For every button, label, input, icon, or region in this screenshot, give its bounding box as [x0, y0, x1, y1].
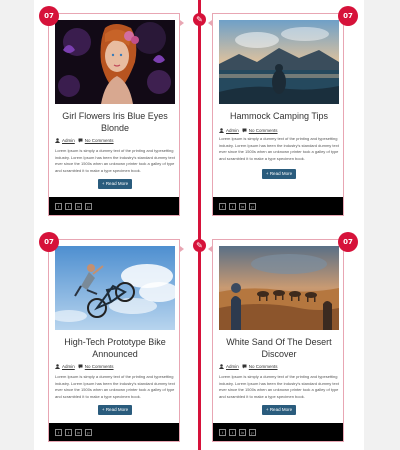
- read-more-button[interactable]: + Read More: [262, 169, 296, 179]
- post-comments[interactable]: No Comments: [85, 138, 114, 143]
- linkedin-icon[interactable]: in: [75, 428, 82, 436]
- post-card: High-Tech Prototype Bike Announced Admin…: [48, 239, 180, 442]
- linkedin-icon[interactable]: in: [239, 202, 246, 210]
- facebook-icon[interactable]: f: [55, 202, 62, 210]
- timeline-pencil-icon: ✎: [193, 239, 206, 252]
- card-pointer: [208, 246, 212, 252]
- post-excerpt: Lorem Ipsum is simply a dummy text of th…: [55, 148, 175, 173]
- pinterest-icon[interactable]: p: [85, 428, 92, 436]
- post-author[interactable]: Admin: [62, 364, 75, 369]
- facebook-icon[interactable]: f: [219, 428, 226, 436]
- post-image-bike-jump[interactable]: [55, 246, 175, 330]
- comment-icon: [78, 138, 83, 143]
- read-more-button[interactable]: + Read More: [98, 405, 132, 415]
- post-image-desert-caravan[interactable]: [219, 246, 339, 330]
- user-icon: [219, 128, 224, 133]
- facebook-icon[interactable]: f: [219, 202, 226, 210]
- user-icon: [55, 364, 60, 369]
- read-more-button[interactable]: + Read More: [98, 179, 132, 189]
- twitter-icon[interactable]: t: [229, 202, 236, 210]
- post-title[interactable]: Girl Flowers Iris Blue Eyes Blonde: [53, 110, 177, 134]
- post-share-bar: f t in p: [213, 197, 343, 215]
- date-day: 07: [343, 238, 353, 246]
- timeline-line: [198, 0, 201, 450]
- post-card: Girl Flowers Iris Blue Eyes Blonde Admin…: [48, 13, 180, 216]
- date-day: 07: [44, 238, 54, 246]
- card-pointer: [208, 20, 212, 26]
- user-icon: [55, 138, 60, 143]
- post-excerpt: Lorem Ipsum is simply a dummy text of th…: [219, 374, 339, 399]
- pinterest-icon[interactable]: p: [249, 202, 256, 210]
- twitter-icon[interactable]: t: [65, 202, 72, 210]
- linkedin-icon[interactable]: in: [239, 428, 246, 436]
- twitter-icon[interactable]: t: [229, 428, 236, 436]
- card-pointer: [180, 20, 184, 26]
- post-meta: Admin No Comments: [219, 128, 341, 133]
- pinterest-icon[interactable]: p: [249, 428, 256, 436]
- date-badge: 07: [338, 6, 358, 26]
- read-more-button[interactable]: + Read More: [262, 405, 296, 415]
- post-title[interactable]: High-Tech Prototype Bike Announced: [53, 336, 177, 360]
- post-card: Hammock Camping Tips Admin No Comments L…: [212, 13, 344, 216]
- pinterest-icon[interactable]: p: [85, 202, 92, 210]
- facebook-icon[interactable]: f: [55, 428, 62, 436]
- post-comments[interactable]: No Comments: [85, 364, 114, 369]
- twitter-icon[interactable]: t: [65, 428, 72, 436]
- post-card: White Sand Of The Desert Discover Admin …: [212, 239, 344, 442]
- post-author[interactable]: Admin: [62, 138, 75, 143]
- date-badge: 07: [338, 232, 358, 252]
- post-meta: Admin No Comments: [55, 138, 177, 143]
- post-image-girl-flowers[interactable]: [55, 20, 175, 104]
- post-author[interactable]: Admin: [226, 364, 239, 369]
- post-excerpt: Lorem Ipsum is simply a dummy text of th…: [219, 136, 339, 161]
- user-icon: [219, 364, 224, 369]
- post-meta: Admin No Comments: [55, 364, 177, 369]
- linkedin-icon[interactable]: in: [75, 202, 82, 210]
- date-badge: 07: [39, 232, 59, 252]
- post-share-bar: f t in p: [49, 197, 179, 215]
- comment-icon: [78, 364, 83, 369]
- timeline-pencil-icon: ✎: [193, 13, 206, 26]
- date-day: 07: [44, 12, 54, 20]
- post-share-bar: f t in p: [213, 423, 343, 441]
- post-excerpt: Lorem Ipsum is simply a dummy text of th…: [55, 374, 175, 399]
- date-badge: 07: [39, 6, 59, 26]
- comment-icon: [242, 364, 247, 369]
- date-day: 07: [343, 12, 353, 20]
- post-meta: Admin No Comments: [219, 364, 341, 369]
- post-title[interactable]: White Sand Of The Desert Discover: [217, 336, 341, 360]
- card-pointer: [180, 246, 184, 252]
- post-comments[interactable]: No Comments: [249, 364, 278, 369]
- post-share-bar: f t in p: [49, 423, 179, 441]
- post-image-hammock-camping[interactable]: [219, 20, 339, 104]
- post-title[interactable]: Hammock Camping Tips: [217, 110, 341, 122]
- post-author[interactable]: Admin: [226, 128, 239, 133]
- comment-icon: [242, 128, 247, 133]
- post-comments[interactable]: No Comments: [249, 128, 278, 133]
